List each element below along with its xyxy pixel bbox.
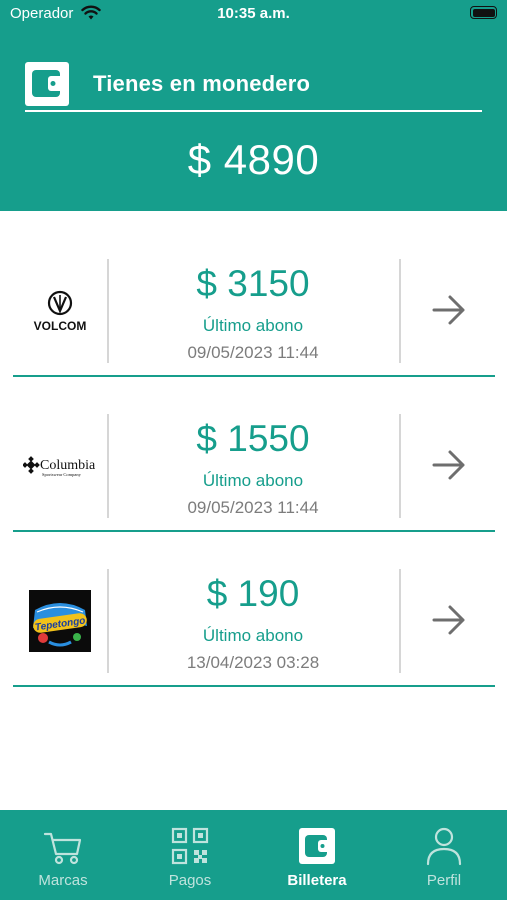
tepetongo-logo: Tepetongo <box>13 569 107 673</box>
brand-balance-amount: $ 1550 <box>196 418 310 459</box>
svg-text:Columbia: Columbia <box>40 458 96 473</box>
brand-balance-amount: $ 190 <box>206 573 300 614</box>
card-underline <box>13 375 495 377</box>
wallet-icon <box>299 828 335 864</box>
wallet-balance: $ 4890 <box>187 136 320 183</box>
status-bar: Operador 10:35 a.m. <box>0 0 507 30</box>
tab-pagos[interactable]: Pagos <box>127 810 253 900</box>
tab-label: Perfil <box>426 872 462 889</box>
card-underline <box>13 530 495 532</box>
wallet-header: Operador 10:35 a.m. Tienes en monedero $… <box>0 0 507 211</box>
battery-icon <box>470 6 497 19</box>
brand-balance-card-tepetongo[interactable]: Tepetongo $ 190 Último abono 13/04/2023 … <box>13 569 495 687</box>
tab-perfil[interactable]: Perfil <box>381 810 507 900</box>
last-deposit-label: Último abono <box>202 626 304 645</box>
last-deposit-date: 09/05/2023 11:44 <box>187 498 319 517</box>
arrow-right-icon[interactable] <box>431 603 467 637</box>
card-divider <box>399 414 401 518</box>
brand-balance-amount: $ 3150 <box>196 263 310 304</box>
columbia-logo: Columbia Sportswear Company <box>13 414 107 518</box>
last-deposit-label: Último abono <box>202 471 304 490</box>
svg-text:VOLCOM: VOLCOM <box>34 319 87 333</box>
tab-billetera[interactable]: Billetera <box>254 810 380 900</box>
last-deposit-date: 09/05/2023 11:44 <box>187 343 319 362</box>
header-divider <box>25 110 482 112</box>
arrow-right-icon[interactable] <box>431 293 467 327</box>
volcom-logo: VOLCOM <box>13 259 107 363</box>
card-divider <box>399 569 401 673</box>
wallet-title: Tienes en monedero <box>93 71 311 96</box>
clock: 10:35 a.m. <box>217 5 290 22</box>
brand-balance-card-columbia[interactable]: Columbia Sportswear Company $ 1550 Últim… <box>13 414 495 532</box>
tab-label: Billetera <box>287 872 347 889</box>
last-deposit-label: Último abono <box>202 316 304 335</box>
card-underline <box>13 685 495 687</box>
user-icon <box>426 827 462 866</box>
arrow-right-icon[interactable] <box>431 448 467 482</box>
tab-marcas[interactable]: Marcas <box>0 810 126 900</box>
svg-text:Sportswear Company: Sportswear Company <box>42 472 82 477</box>
card-divider <box>399 259 401 363</box>
last-deposit-date: 13/04/2023 03:28 <box>186 653 320 672</box>
cart-icon <box>43 832 82 865</box>
wallet-icon <box>25 62 69 106</box>
tab-label: Marcas <box>38 872 88 889</box>
brand-balance-card-volcom[interactable]: VOLCOM $ 3150 Último abono 09/05/2023 11… <box>13 259 495 377</box>
qr-code-icon <box>171 827 209 865</box>
tab-label: Pagos <box>168 872 212 889</box>
bottom-tab-bar: Marcas Pagos Billetera Perfil <box>0 810 507 900</box>
